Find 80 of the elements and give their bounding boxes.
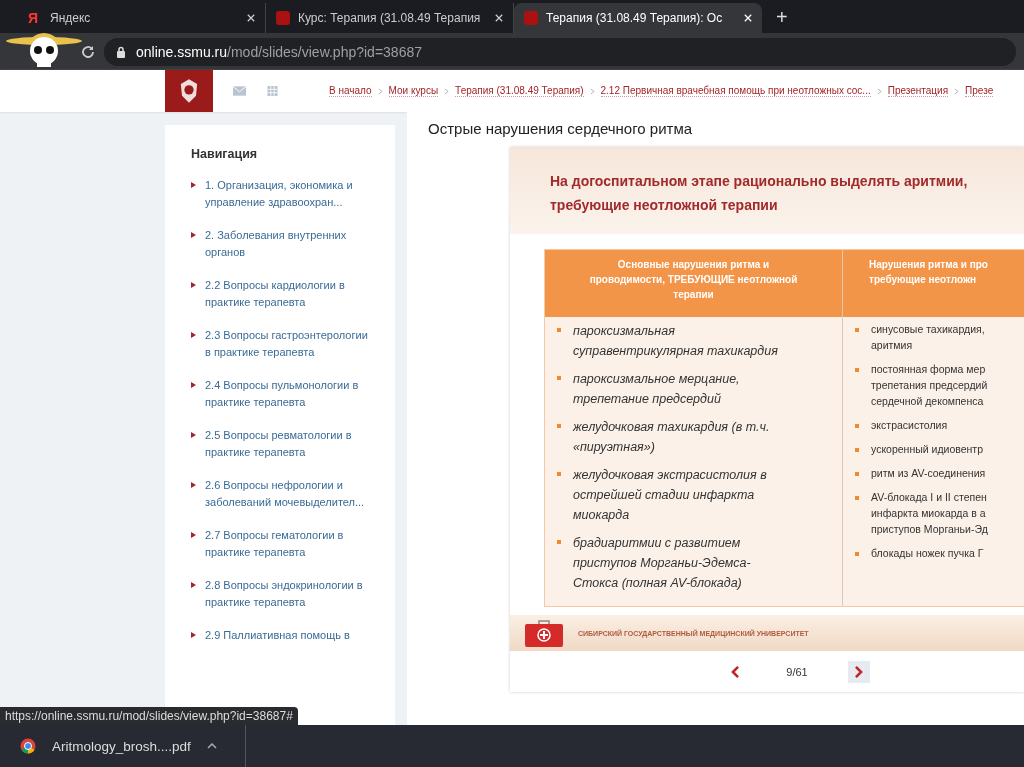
square-bullet-icon (557, 424, 561, 428)
navigation-link[interactable]: 2.2 Вопросы кардиологии в практике терапевта (205, 277, 370, 311)
triangle-bullet-icon (191, 232, 196, 238)
chevron-right-icon (589, 87, 595, 95)
slide-heading: На догоспитальном этапе рационально выделять аритмии, требующие неотложной терапии (550, 172, 969, 215)
page-title: Острые нарушения сердечного ритма (428, 120, 694, 137)
bullet-text: AV-блокада I и II степен инфаркта миокарда в а приступов Морганьи-Эд (871, 490, 988, 537)
square-bullet-icon (855, 496, 859, 500)
square-bullet-icon (855, 552, 859, 556)
square-bullet-icon (855, 368, 859, 372)
round-logo-icon (20, 738, 36, 754)
square-bullet-icon (855, 424, 859, 428)
browser-tab[interactable]: Терапия (31.08.49 Терапия): Ос (514, 3, 762, 33)
navigation-link[interactable]: 2. Заболевания внутренних органов (205, 227, 370, 261)
bullet-text: брадиаритмии с развитием приступов Морганьи-Эдемса- Стокса (полная AV-блокада) (573, 535, 751, 592)
navigation-link[interactable]: 2.9 Паллиативная помощь в (205, 627, 370, 644)
bullet-text: блокады ножек пучка Г (871, 546, 984, 561)
triangle-bullet-icon (191, 632, 196, 638)
bullet-text: экстрасистолия (871, 418, 948, 433)
breadcrumb-link[interactable]: Презе (965, 85, 994, 97)
slide-counter: 9/61 (786, 665, 808, 678)
tab-title: Яндекс (50, 11, 92, 25)
column-header: Основные нарушения ритма и проводимости, ТРЕБУЮЩИЕ неотложной терапии (545, 250, 842, 317)
chevron-right-icon (876, 87, 882, 95)
navigation-link[interactable]: 2.4 Вопросы пульмонологии в практике терапевта (205, 377, 370, 411)
breadcrumb-link[interactable]: Презентация (887, 85, 949, 97)
next-button[interactable] (847, 660, 870, 683)
bullet-text: пароксизмальное мерцание, трепетание предсердий (573, 371, 740, 408)
bullet-text: желудочковая тахикардия (в т.ч. «пируэтная») (573, 419, 770, 456)
letter-logo-icon: Я (28, 10, 42, 26)
new-tab-button[interactable]: + (776, 6, 788, 29)
breadcrumb-link[interactable]: 2.12 Первичная врачебная помощь при неотложных сос... (600, 85, 871, 97)
square-bullet-icon (557, 472, 561, 476)
bullet-text: ритм из AV-соединения (871, 466, 986, 481)
triangle-bullet-icon (191, 382, 196, 388)
triangle-bullet-icon (191, 582, 196, 588)
navigation-title: Навигация (191, 147, 259, 161)
triangle-bullet-icon (191, 282, 196, 288)
chevron-right-icon (444, 87, 450, 95)
square-bullet-icon (855, 328, 859, 332)
square-bullet-icon (855, 472, 859, 476)
caret-up-icon[interactable] (206, 743, 217, 749)
address-field[interactable]: online.ssmu.ru/mod/slides/view.php?id=38687 (104, 37, 1016, 66)
breadcrumb-link[interactable]: Терапия (31.08.49 Терапия) (455, 85, 584, 97)
chevron-left-icon (730, 665, 740, 678)
navigation-link[interactable]: 1. Организация, экономика и управление здравоохран... (205, 177, 370, 211)
square-bullet-icon (557, 376, 561, 380)
column-header: Нарушения ритма и про требующие неотложн (843, 250, 1024, 317)
bullet-text: желудочковая экстрасистолия в острейшей стадии инфаркта миокарда (573, 467, 767, 524)
navigation-link[interactable]: 2.8 Вопросы эндокринологии в практике терапевта (205, 577, 370, 611)
close-icon[interactable] (495, 14, 503, 22)
breadcrumb-link[interactable]: Мои курсы (388, 85, 439, 97)
triangle-bullet-icon (191, 482, 196, 488)
tab-title: Курс: Терапия (31.08.49 Терапия (298, 11, 482, 25)
navigation-link[interactable]: 2.5 Вопросы ревматологии в практике терапевта (205, 427, 370, 461)
reload-icon[interactable] (80, 43, 96, 60)
status-url-tooltip: https://online.ssmu.ru/mod/slides/view.php?id=38687# (0, 707, 298, 725)
navigation-link[interactable]: 2.7 Вопросы гематологии в практике терапевта (205, 527, 370, 561)
bullet-text: постоянная форма мер трепетания предсердий сердечной декомпенса (871, 362, 988, 409)
triangle-bullet-icon (191, 432, 196, 438)
square-bullet-icon (557, 540, 561, 544)
chevron-right-icon (954, 87, 960, 95)
lock-icon (116, 45, 126, 58)
chevron-right-icon (377, 87, 383, 95)
square-bullet-icon (557, 328, 561, 332)
chevron-right-icon (854, 665, 864, 678)
crest-logo[interactable] (165, 70, 213, 112)
bullet-text: пароксизмальная суправентрикулярная тахикардия (573, 323, 778, 360)
triangle-bullet-icon (191, 182, 196, 188)
breadcrumb-link[interactable]: В начало (329, 85, 372, 97)
navigation-link[interactable]: 2.3 Вопросы гастроэнтерологии в практике терапевта (205, 327, 370, 361)
medical-kit-icon (524, 618, 564, 648)
square-bullet-icon (855, 448, 859, 452)
tab-title: Терапия (31.08.49 Терапия): Ос (546, 11, 724, 25)
close-icon[interactable] (247, 14, 255, 22)
bullet-text: ускоренный идиовентр (871, 442, 983, 457)
triangle-bullet-icon (191, 532, 196, 538)
navigation-link[interactable]: 2.6 Вопросы нефрологии и заболеваний мочевыделител... (205, 477, 370, 511)
triangle-bullet-icon (191, 332, 196, 338)
bullet-text: синусовые тахикардия, аритмия (871, 322, 985, 353)
